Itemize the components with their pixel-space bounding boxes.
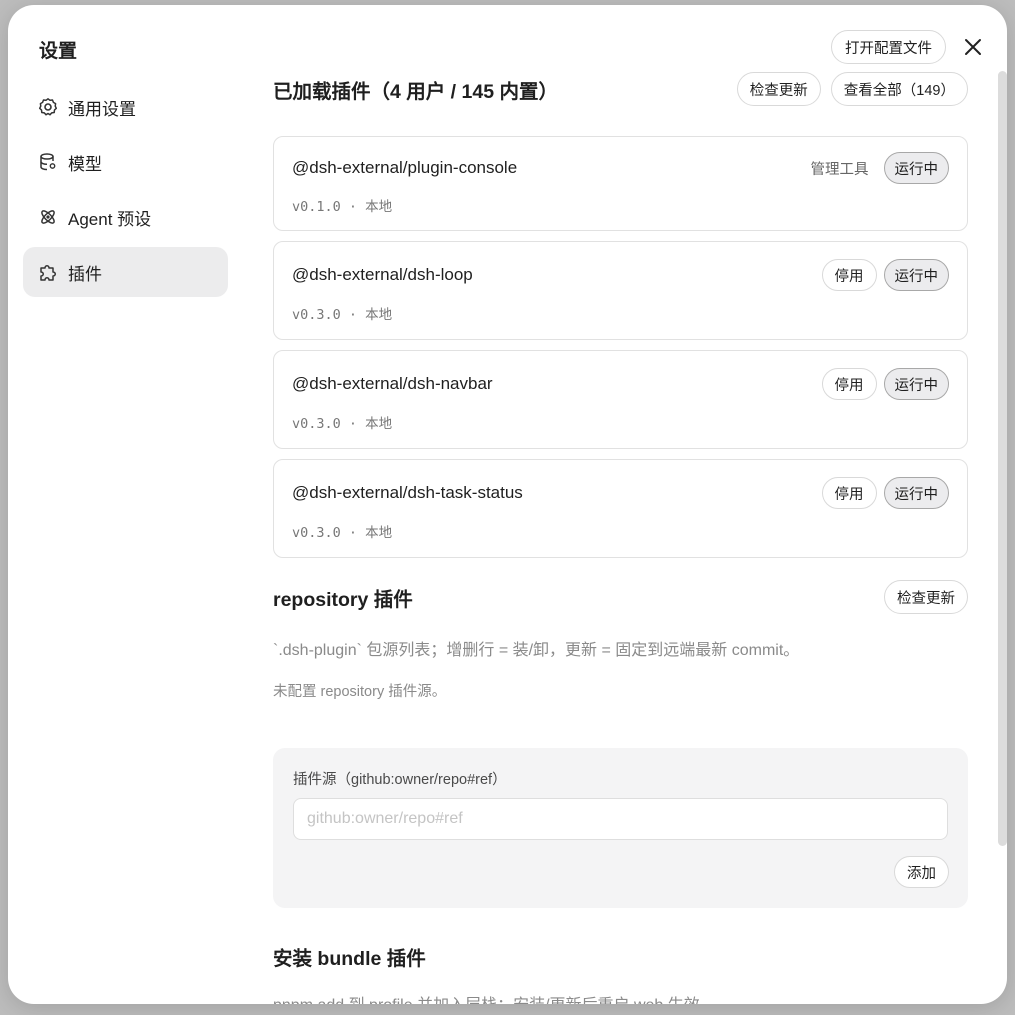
sidebar-item-plugins[interactable]: 插件	[23, 247, 228, 297]
source-input[interactable]	[293, 798, 948, 840]
source-field-label: 插件源（github:owner/repo#ref）	[293, 772, 507, 788]
main-content: 已加载插件（4 用户 / 145 内置） 检查更新 查看全部（149） @dsh…	[273, 71, 968, 1004]
status-badge[interactable]: 运行中	[883, 368, 949, 400]
plugin-card: @dsh-external/dsh-loop 停用 运行中 v0.3.0 · 本…	[273, 241, 968, 340]
open-config-button[interactable]: 打开配置文件	[831, 30, 946, 64]
repository-title: repository 插件	[273, 588, 413, 611]
disable-button[interactable]: 停用	[821, 368, 877, 400]
scrollbar[interactable]	[998, 71, 1007, 846]
status-badge[interactable]: 运行中	[883, 477, 949, 509]
sidebar-item-label: 模型	[68, 154, 102, 174]
status-badge[interactable]: 运行中	[883, 259, 949, 291]
repository-check-update-button[interactable]: 检查更新	[884, 580, 968, 614]
view-all-button[interactable]: 查看全部（149）	[830, 72, 968, 106]
plugin-name: @dsh-external/dsh-task-status	[292, 483, 523, 502]
plugin-name: @dsh-external/dsh-navbar	[292, 374, 493, 393]
check-update-button[interactable]: 检查更新	[736, 72, 821, 106]
sidebar-item-agent-presets[interactable]: Agent 预设	[23, 192, 228, 242]
plugin-meta: v0.3.0 · 本地	[292, 525, 393, 541]
plugin-name: @dsh-external/dsh-loop	[292, 265, 473, 284]
bundle-title: 安装 bundle 插件	[273, 948, 426, 970]
loaded-plugins-title: 已加载插件（4 用户 / 145 内置）	[273, 80, 558, 103]
dialog-title: 设置	[39, 41, 78, 62]
plugin-meta: v0.3.0 · 本地	[292, 416, 393, 432]
puzzle-icon	[38, 262, 58, 282]
disable-button[interactable]: 停用	[821, 477, 877, 509]
plugin-name: @dsh-external/plugin-console	[292, 158, 518, 177]
repository-header: repository 插件 检查更新	[273, 580, 968, 614]
disable-button[interactable]: 停用	[821, 259, 877, 291]
sidebar-item-general[interactable]: 通用设置	[23, 82, 228, 132]
loaded-plugins-header: 已加载插件（4 用户 / 145 内置） 检查更新 查看全部（149）	[273, 71, 968, 107]
plugin-card: @dsh-external/dsh-navbar 停用 运行中 v0.3.0 ·…	[273, 350, 968, 449]
sidebar-item-label: 插件	[68, 264, 102, 284]
status-badge[interactable]: 运行中	[883, 152, 949, 184]
plugin-meta: v0.3.0 · 本地	[292, 307, 393, 323]
plugin-meta: v0.1.0 · 本地	[292, 199, 393, 215]
plugin-card: @dsh-external/plugin-console 管理工具 运行中 v0…	[273, 136, 968, 231]
settings-dialog: 设置 打开配置文件 通用设置 模型 Agent 预设 插件 已加载插件（4 用户…	[8, 5, 1007, 1004]
repository-empty-text: 未配置 repository 插件源。	[273, 684, 447, 700]
plugin-card: @dsh-external/dsh-task-status 停用 运行中 v0.…	[273, 459, 968, 558]
sidebar: 通用设置 模型 Agent 预设 插件	[23, 82, 228, 302]
manage-tools-link[interactable]: 管理工具	[811, 158, 869, 179]
atom-icon	[38, 207, 58, 227]
database-icon	[38, 152, 58, 172]
add-button[interactable]: 添加	[894, 856, 949, 888]
add-source-panel: 插件源（github:owner/repo#ref） 添加	[273, 748, 968, 908]
gear-icon	[38, 97, 58, 117]
sidebar-item-label: Agent 预设	[68, 209, 152, 229]
sidebar-item-models[interactable]: 模型	[23, 137, 228, 187]
repository-description: `.dsh-plugin` 包源列表；增删行 = 装/卸，更新 = 固定到远端最…	[273, 642, 800, 659]
close-icon[interactable]	[961, 35, 985, 59]
sidebar-item-label: 通用设置	[68, 99, 136, 119]
bundle-description: pnpm add 到 profile 并加入层栈；安装/更新后重启 web 生效…	[273, 991, 968, 1004]
